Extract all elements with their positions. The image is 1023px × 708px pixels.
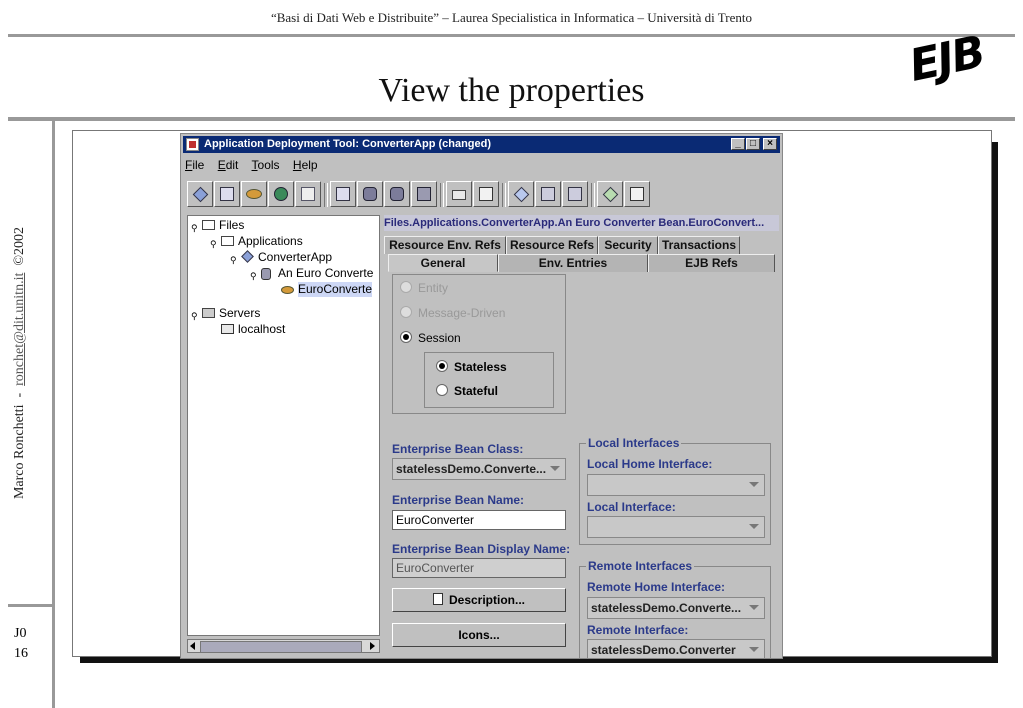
local-interface-label: Local Interface: — [587, 500, 676, 514]
toolbar-separator — [440, 183, 444, 207]
bean-class-label: Enterprise Bean Class: — [392, 442, 524, 456]
tab-security[interactable]: Security — [598, 236, 658, 254]
chevron-down-icon — [749, 605, 759, 610]
toolbar-separator — [591, 183, 595, 207]
window-titlebar[interactable]: Application Deployment Tool: ConverterAp… — [183, 136, 780, 153]
computer-icon — [221, 324, 234, 334]
new-session-icon[interactable] — [411, 181, 437, 207]
scroll-right-icon[interactable] — [370, 642, 375, 650]
new-bean-icon[interactable] — [357, 181, 383, 207]
side-separator: - — [12, 392, 27, 398]
add-server-icon[interactable] — [295, 181, 321, 207]
tree-horizontal-scrollbar[interactable] — [187, 639, 380, 653]
ejb-jar-icon — [261, 268, 271, 280]
chevron-down-icon — [749, 647, 759, 652]
radio-message-driven[interactable]: Message-Driven — [400, 305, 505, 321]
new-web-component-icon[interactable] — [241, 181, 267, 207]
radio-session[interactable]: Session — [400, 330, 461, 346]
new-resource-icon[interactable] — [330, 181, 356, 207]
folder-icon — [221, 236, 234, 246]
chevron-down-icon — [749, 482, 759, 487]
update-icon[interactable] — [562, 181, 588, 207]
left-vertical-rule — [52, 121, 55, 708]
new-app-client-icon[interactable] — [268, 181, 294, 207]
header-rule — [8, 34, 1015, 37]
maximize-button[interactable]: □ — [746, 138, 760, 150]
local-interfaces-title: Local Interfaces — [586, 436, 682, 450]
app-window: Application Deployment Tool: ConverterAp… — [180, 133, 783, 659]
app-icon — [186, 138, 199, 151]
new-application-icon[interactable] — [187, 181, 213, 207]
radio-entity[interactable]: Entity — [400, 280, 448, 296]
footer-code: J0 — [14, 626, 27, 641]
local-interface-combo[interactable] — [587, 516, 765, 538]
menu-bar: File Edit Tools Help — [185, 158, 328, 174]
title-rule — [8, 117, 1015, 121]
toolbar-separator — [502, 183, 506, 207]
toolbar-separator — [324, 183, 328, 207]
minimize-button[interactable]: _ — [731, 138, 745, 150]
chevron-down-icon — [550, 466, 560, 471]
tools-icon[interactable] — [624, 181, 650, 207]
radio-stateful[interactable]: Stateful — [436, 383, 498, 399]
save-icon[interactable] — [473, 181, 499, 207]
remote-interface-combo[interactable]: statelessDemo.Converter — [587, 639, 765, 658]
page-number: 16 — [14, 646, 28, 661]
description-button[interactable]: Description... — [392, 588, 566, 612]
footer-rule — [8, 604, 52, 607]
new-ejb-icon[interactable] — [214, 181, 240, 207]
open-folder-icon[interactable] — [446, 181, 472, 207]
tab-general[interactable]: General — [388, 254, 498, 272]
side-author: Marco Ronchetti — [12, 404, 27, 500]
bean-display-name-field[interactable]: EuroConverter — [392, 558, 566, 578]
tab-env-entries[interactable]: Env. Entries — [498, 254, 648, 272]
servers-icon — [202, 308, 215, 318]
file-tree: ⚲ Files ⚲ Applications ⚲ ConverterApp ⚲ … — [187, 215, 380, 636]
tab-resource-refs[interactable]: Resource Refs — [506, 236, 598, 254]
icons-button[interactable]: Icons... — [392, 623, 566, 647]
remote-interfaces-title: Remote Interfaces — [586, 559, 695, 573]
window-title: Application Deployment Tool: ConverterAp… — [204, 138, 492, 150]
side-credit: Marco Ronchetti - ronchet@dit.unitn.it ©… — [12, 143, 28, 583]
tab-ejb-refs[interactable]: EJB Refs — [648, 254, 775, 272]
tab-transactions[interactable]: Transactions — [658, 236, 740, 254]
tab-resource-env-refs[interactable]: Resource Env. Refs — [384, 236, 506, 254]
expand-handle-icon[interactable]: ⚲ — [230, 253, 237, 268]
chevron-down-icon — [749, 524, 759, 529]
bean-name-label: Enterprise Bean Name: — [392, 493, 525, 507]
slide-header: “Basi di Dati Web e Distribuite” – Laure… — [270, 10, 753, 25]
expand-handle-icon[interactable]: ⚲ — [250, 269, 257, 284]
remote-interface-label: Remote Interface: — [587, 623, 689, 637]
bean-class-combo[interactable]: statelessDemo.Converte... — [392, 458, 566, 480]
folder-icon — [202, 220, 215, 230]
bean-icon — [281, 286, 294, 294]
application-icon — [241, 250, 254, 263]
verify-icon[interactable] — [535, 181, 561, 207]
scroll-left-icon[interactable] — [190, 642, 195, 650]
new-entity-icon[interactable] — [384, 181, 410, 207]
close-button[interactable]: × — [763, 138, 777, 150]
scroll-thumb[interactable] — [200, 641, 362, 653]
expand-handle-icon[interactable]: ⚲ — [191, 309, 198, 324]
remote-home-label: Remote Home Interface: — [587, 580, 726, 594]
radio-stateless[interactable]: Stateless — [436, 359, 507, 375]
slide-title: View the properties — [378, 72, 645, 109]
side-copyright: ©2002 — [12, 227, 27, 266]
expand-handle-icon[interactable]: ⚲ — [210, 237, 217, 252]
document-icon — [432, 593, 443, 605]
menu-tools[interactable]: Tools — [252, 158, 280, 172]
local-home-combo[interactable] — [587, 474, 765, 496]
side-email-link[interactable]: ronchet@dit.unitn.it — [12, 273, 27, 386]
menu-file[interactable]: File — [185, 158, 204, 172]
expand-handle-icon[interactable]: ⚲ — [191, 221, 198, 236]
node-path: Files.Applications.ConverterApp.An Euro … — [384, 215, 779, 231]
menu-edit[interactable]: Edit — [218, 158, 239, 172]
bean-name-field[interactable]: EuroConverter — [392, 510, 566, 530]
menu-help[interactable]: Help — [293, 158, 318, 172]
deploy-icon[interactable] — [508, 181, 534, 207]
remote-home-combo[interactable]: statelessDemo.Converte... — [587, 597, 765, 619]
check-icon[interactable] — [597, 181, 623, 207]
bean-display-name-label: Enterprise Bean Display Name: — [392, 542, 571, 556]
local-home-label: Local Home Interface: — [587, 457, 713, 471]
